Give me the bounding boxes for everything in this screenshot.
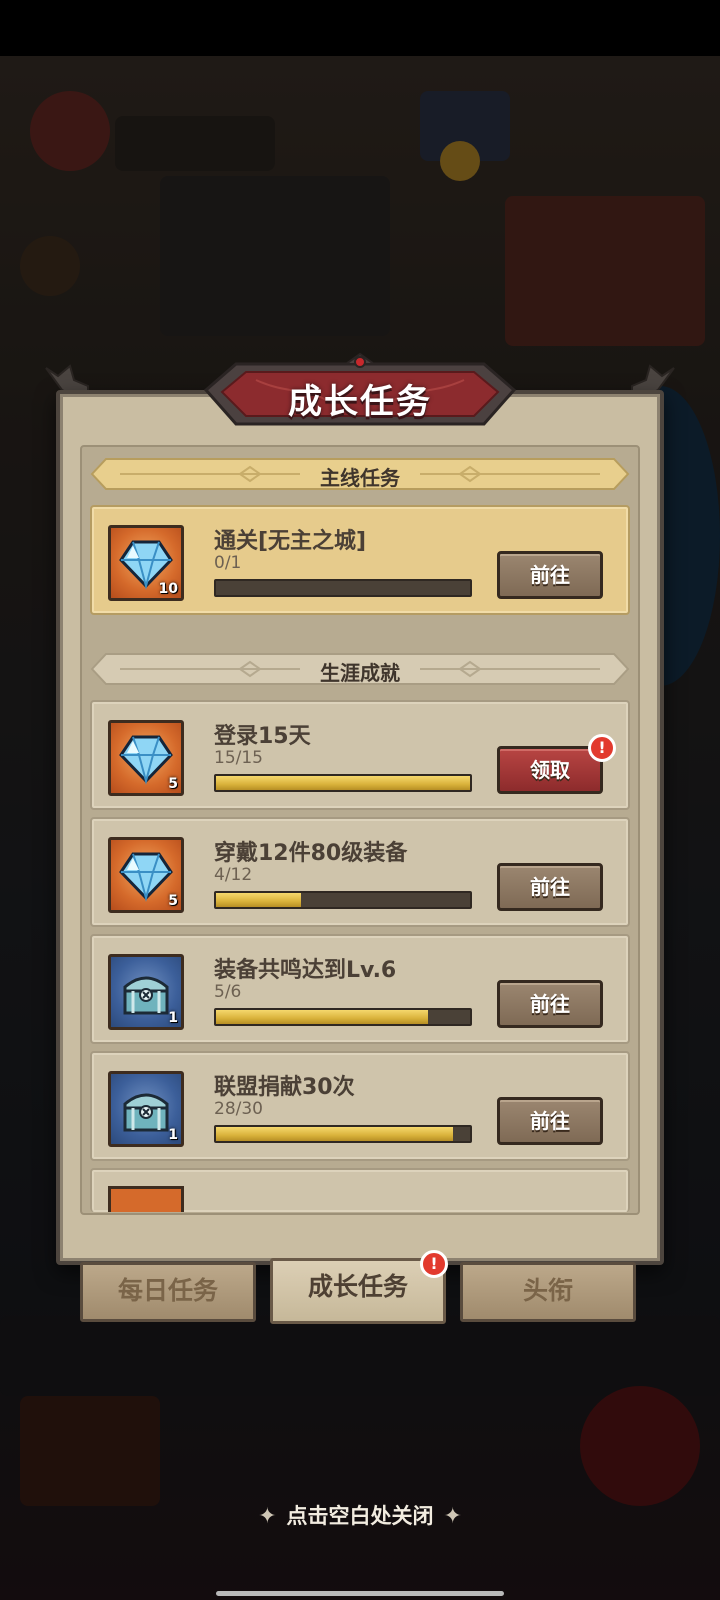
treasure-chest-icon [123,1093,169,1132]
alert-badge-icon: ! [588,734,616,762]
go-button[interactable]: 前往 [497,551,603,599]
task-title: 装备共鸣达到Lv.6 [214,958,397,983]
main-task-card: 10 通关[无主之城] 0/1 前往 [90,505,630,615]
reward-count: 1 [168,1010,178,1026]
claim-button[interactable]: 领取 [497,746,603,794]
blue-gem-icon [119,852,173,902]
task-title: 登录15天 [214,724,311,749]
task-progress-text: 28/30 [214,1099,263,1119]
task-title: 通关[无主之城] [214,529,367,554]
progress-bar-fill [216,1010,428,1024]
progress-bar-fill [216,893,301,907]
reward-count: 5 [168,893,178,909]
task-progress-text: 4/12 [214,865,253,885]
close-hint[interactable]: ✦ 点击空白处关闭 ✦ [0,1500,720,1530]
progress-bar [214,579,472,597]
dialog-title: 成长任务 [288,382,432,422]
reward-slot[interactable]: 10 [108,525,184,601]
task-progress-text: 15/15 [214,748,263,768]
reward-count: 1 [168,1127,178,1143]
career-section-title: 生涯成就 [320,661,400,685]
sparkle-left-icon: ✦ [258,1504,277,1529]
main-task-section-header: 主线任务 [90,455,630,493]
go-button[interactable]: 前往 [497,980,603,1028]
career-task-card: 1 装备共鸣达到Lv.6 5/6 前往 [90,934,630,1044]
reward-count: 5 [168,776,178,792]
tab-daily-tasks[interactable]: 每日任务 [80,1262,256,1322]
career-section-header: 生涯成就 [90,650,630,688]
reward-slot[interactable]: 1 [108,954,184,1030]
task-title: 穿戴12件80级装备 [214,841,408,866]
reward-slot[interactable]: 5 [108,837,184,913]
progress-bar-fill [216,1127,453,1141]
go-button[interactable]: 前往 [497,1097,603,1145]
career-task-card-partial [90,1168,630,1212]
tab-titles[interactable]: 头衔 [460,1262,636,1322]
reward-slot[interactable]: 5 [108,720,184,796]
alert-badge-icon: ! [420,1250,448,1278]
main-task-section-title: 主线任务 [320,466,400,490]
task-progress-text: 0/1 [214,553,242,573]
career-task-card: 5 登录15天 15/15 领取 ! [90,700,630,810]
blue-gem-icon [119,735,173,785]
progress-bar [214,1008,472,1026]
reward-count: 10 [158,581,178,597]
treasure-chest-icon [123,976,169,1015]
career-task-card: 1 联盟捐献30次 28/30 前往 [90,1051,630,1161]
reward-slot[interactable]: 1 [108,1071,184,1147]
career-task-card: 5 穿戴12件80级装备 4/12 前往 [90,817,630,927]
progress-bar [214,774,472,792]
reward-slot[interactable] [108,1186,184,1212]
progress-bar [214,1125,472,1143]
close-hint-text: 点击空白处关闭 [286,1504,434,1528]
go-button[interactable]: 前往 [497,863,603,911]
home-indicator[interactable] [216,1591,504,1596]
progress-bar [214,891,472,909]
task-title: 联盟捐献30次 [214,1075,355,1100]
progress-bar-fill [216,776,470,790]
sparkle-right-icon: ✦ [443,1504,462,1529]
task-progress-text: 5/6 [214,982,242,1002]
